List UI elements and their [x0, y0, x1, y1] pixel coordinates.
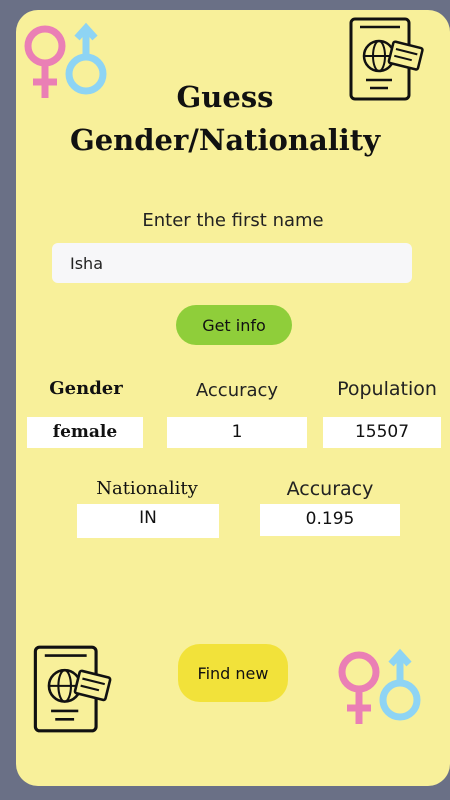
- page-title-line-2: Gender/Nationality: [69, 123, 381, 157]
- population-value: 15507: [323, 417, 441, 448]
- nationality-accuracy-header: Accuracy: [286, 478, 374, 500]
- gender-accuracy-value: 1: [167, 417, 307, 448]
- find-new-button[interactable]: Find new: [178, 644, 288, 702]
- nationality-value: IN: [77, 504, 219, 538]
- get-info-button[interactable]: Get info: [176, 305, 292, 345]
- first-name-input[interactable]: [52, 243, 412, 283]
- name-prompt-label: Enter the first name: [142, 210, 324, 231]
- nationality-header: Nationality: [96, 478, 198, 499]
- nationality-accuracy-value: 0.195: [260, 504, 400, 536]
- gender-header: Gender: [49, 378, 123, 399]
- gender-value: female: [27, 417, 143, 448]
- page-title: Guess: [176, 80, 274, 114]
- passport-icon: [33, 645, 112, 733]
- gender-symbols-icon: [338, 648, 421, 724]
- population-header: Population: [337, 378, 437, 400]
- gender-accuracy-header: Accuracy: [195, 380, 279, 401]
